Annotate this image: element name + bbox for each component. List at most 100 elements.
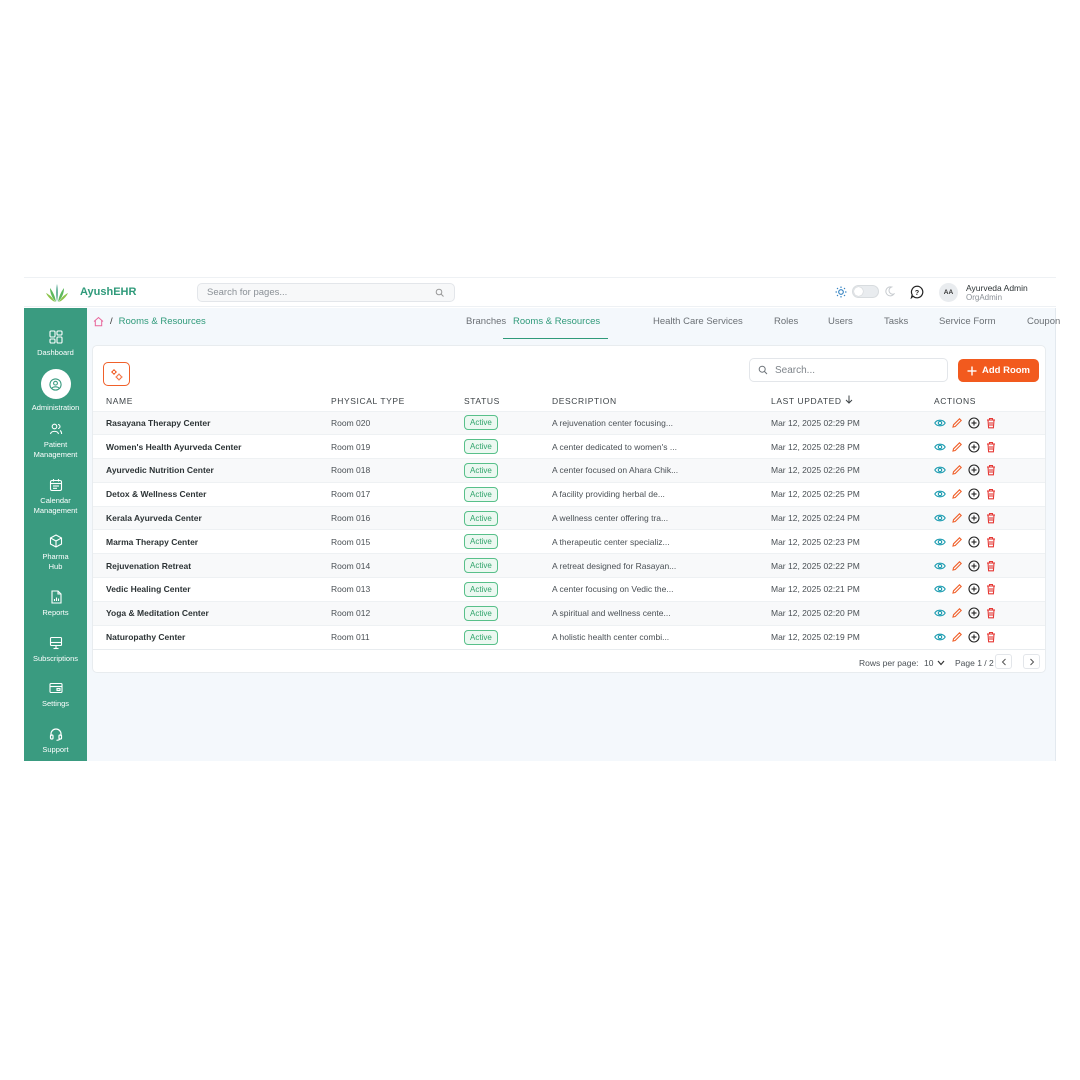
edit-icon[interactable]	[951, 488, 963, 500]
sidebar-item-dashboard[interactable]: Dashboard	[24, 330, 87, 358]
sidebar-item-reports[interactable]: Reports	[24, 590, 87, 618]
page-search[interactable]	[197, 283, 455, 302]
sidebar-item-support[interactable]: Support	[24, 727, 87, 755]
delete-icon[interactable]	[985, 560, 997, 572]
room-name: Vedic Healing Center	[93, 577, 331, 602]
status-badge: Active	[464, 462, 498, 478]
edit-icon[interactable]	[951, 441, 963, 453]
add-circle-icon[interactable]	[968, 488, 980, 500]
page-search-input[interactable]	[207, 287, 427, 298]
edit-icon[interactable]	[951, 607, 963, 619]
header-last-updated-label: LAST UPDATED	[771, 396, 842, 407]
delete-icon[interactable]	[985, 583, 997, 595]
delete-icon[interactable]	[985, 417, 997, 429]
delete-icon[interactable]	[985, 464, 997, 476]
sidebar-item-settings[interactable]: Settings	[24, 681, 87, 709]
delete-icon[interactable]	[985, 441, 997, 453]
delete-icon[interactable]	[985, 607, 997, 619]
view-icon[interactable]	[934, 464, 946, 476]
table-row: Rejuvenation Retreat Room 014 Active A retr…	[93, 553, 1045, 578]
moon-icon[interactable]	[884, 286, 895, 297]
rows-per-page-select[interactable]: 10	[924, 658, 945, 668]
view-icon[interactable]	[934, 631, 946, 643]
add-room-button[interactable]: Add Room	[958, 359, 1039, 382]
monitor-icon	[49, 636, 62, 650]
view-icon[interactable]	[934, 417, 946, 429]
tab-tasks[interactable]: Tasks	[884, 316, 908, 327]
add-circle-icon[interactable]	[968, 631, 980, 643]
theme-switcher[interactable]	[835, 285, 895, 298]
actions-cell	[934, 458, 1045, 483]
tab-users[interactable]: Users	[828, 316, 853, 327]
add-circle-icon[interactable]	[968, 464, 980, 477]
sidebar-item-administration[interactable]: Administration	[24, 369, 87, 413]
tab-health-care-services[interactable]: Health Care Services	[653, 316, 743, 327]
header-physical-type[interactable]: PHYSICAL TYPE	[331, 391, 464, 411]
filter-button[interactable]	[103, 362, 130, 386]
edit-icon[interactable]	[951, 536, 963, 548]
edit-icon[interactable]	[951, 631, 963, 643]
sidebar-item-calendar-management[interactable]: Calendar Management	[24, 478, 87, 516]
tab-service-form[interactable]: Service Form	[939, 316, 995, 327]
sidebar-item-pharma-hub[interactable]: Pharma Hub	[24, 534, 87, 572]
add-circle-icon[interactable]	[968, 512, 980, 524]
delete-icon[interactable]	[985, 512, 997, 524]
view-icon[interactable]	[934, 560, 946, 572]
last-updated: Mar 12, 2025 02:29 PM	[771, 410, 934, 435]
add-circle-icon[interactable]	[968, 583, 980, 596]
headset-icon	[49, 728, 62, 741]
edit-icon[interactable]	[951, 464, 963, 476]
add-circle-icon[interactable]	[968, 441, 980, 453]
edit-icon[interactable]	[951, 583, 963, 595]
sidebar-item-label: Administration	[31, 403, 80, 412]
add-circle-icon[interactable]	[968, 536, 980, 548]
tab-roles[interactable]: Roles	[774, 316, 798, 327]
header-name[interactable]: NAME	[93, 391, 331, 411]
header-status[interactable]: STATUS	[464, 391, 552, 411]
sidebar-item-patient-management[interactable]: Patient Management	[24, 422, 87, 460]
prev-page-button[interactable]	[995, 654, 1012, 669]
tab-bar: Branches Rooms & Resources Health Care S…	[87, 308, 1060, 339]
view-icon[interactable]	[934, 583, 946, 595]
tab-branches[interactable]: Branches	[466, 316, 506, 327]
delete-icon[interactable]	[985, 488, 997, 500]
view-icon[interactable]	[934, 441, 946, 453]
edit-icon[interactable]	[951, 560, 963, 572]
tab-coupon[interactable]: Coupon	[1027, 316, 1060, 327]
header-description[interactable]: DESCRIPTION	[552, 391, 771, 411]
add-circle-icon[interactable]	[968, 560, 980, 572]
delete-icon[interactable]	[985, 536, 997, 548]
view-icon[interactable]	[934, 536, 946, 548]
user-info[interactable]: Ayurveda Admin OrgAdmin	[966, 283, 1028, 303]
sidebar-item-label: Support	[42, 745, 69, 754]
add-circle-icon[interactable]	[968, 607, 980, 619]
edit-icon[interactable]	[951, 417, 963, 429]
avatar[interactable]: AA	[939, 283, 958, 302]
view-icon[interactable]	[934, 488, 946, 500]
edit-icon[interactable]	[951, 512, 963, 524]
status-cell: Active	[464, 434, 552, 459]
view-icon[interactable]	[934, 607, 946, 619]
delete-icon[interactable]	[985, 631, 997, 643]
sun-icon[interactable]	[835, 286, 847, 298]
next-page-button[interactable]	[1023, 654, 1040, 669]
status-cell: Active	[464, 410, 552, 435]
status-badge: Active	[464, 439, 498, 455]
theme-toggle[interactable]	[852, 285, 879, 298]
sidebar-item-subscriptions[interactable]: Subscriptions	[24, 636, 87, 664]
tab-rooms-resources[interactable]: Rooms & Resources	[513, 316, 600, 327]
room-search[interactable]	[749, 358, 948, 382]
sort-desc-icon[interactable]	[845, 395, 853, 404]
view-icon[interactable]	[934, 512, 946, 524]
header-last-updated[interactable]: LAST UPDATED	[771, 391, 934, 411]
help-icon[interactable]: ?	[910, 285, 924, 299]
physical-type: Room 012	[331, 600, 464, 626]
status-badge: Active	[464, 486, 498, 502]
room-search-input[interactable]	[775, 364, 935, 376]
last-updated: Mar 12, 2025 02:28 PM	[771, 434, 934, 459]
actions-cell	[934, 577, 1045, 602]
chevron-down-icon	[938, 660, 945, 666]
add-circle-icon[interactable]	[968, 417, 980, 429]
actions-cell	[934, 529, 1045, 554]
rooms-card: Add Room NAME PHYSICAL TYPE STATUS DESCR…	[92, 345, 1046, 673]
